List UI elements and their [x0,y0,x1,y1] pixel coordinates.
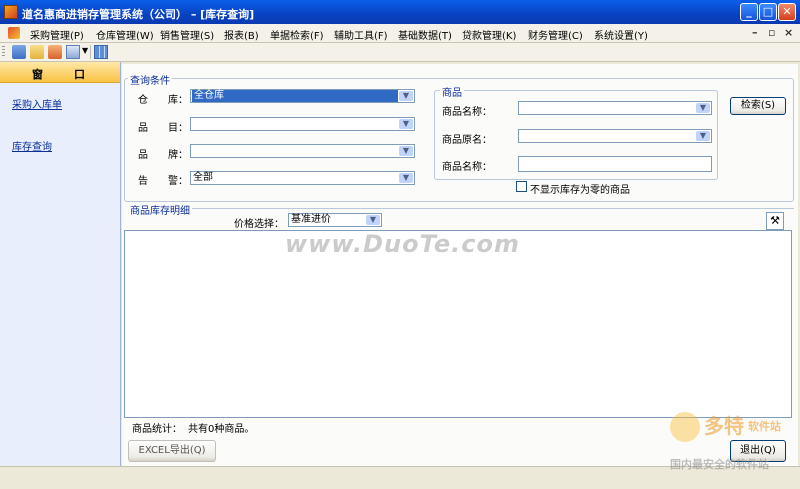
goods-group-title: 商品 [440,84,464,99]
truck-icon[interactable] [48,45,62,59]
alert-value: 全部 [193,172,213,183]
folder-icon[interactable] [30,45,44,59]
brand-select[interactable]: ▼ [190,144,415,158]
toolbar-separator [90,45,91,59]
excel-export-button[interactable]: EXCEL导出(Q) [128,440,216,462]
menu-settings[interactable]: 系统设置(Y) [594,27,648,42]
mdi-document-icon[interactable] [8,27,20,39]
stock-grid[interactable] [124,230,792,418]
sidebar-link-stock-query[interactable]: 库存查询 [12,138,52,153]
chevron-down-icon[interactable]: ▼ [399,119,413,129]
menu-sales[interactable]: 销售管理(S) [160,27,214,42]
warehouse-label: 仓 库： [138,95,188,106]
chevron-down-icon[interactable]: ▼ [399,146,413,156]
title-bar[interactable]: 道名惠商进销存管理系统（公司） – [库存查询] _ □ ✕ [0,0,800,24]
document-icon[interactable] [66,45,80,59]
warehouse-select[interactable]: 全仓库 ▼ [190,89,415,103]
menu-reports[interactable]: 报表(B) [224,27,259,42]
menu-basic-data[interactable]: 基础数据(T) [398,27,452,42]
category-label: 品 目： [138,123,188,134]
grid-icon[interactable] [94,45,108,59]
menu-tools[interactable]: 辅助工具(F) [334,27,388,42]
sidebar: 窗 口 采购入库单 库存查询 [0,62,121,466]
price-select[interactable]: 基准进价 ▼ [288,213,382,227]
alert-label: 告 警： [138,176,188,187]
chevron-down-icon[interactable]: ▼ [696,103,710,113]
chevron-down-icon[interactable]: ▼ [696,131,710,141]
menu-warehouse[interactable]: 仓库管理(W) [96,27,154,42]
chevron-down-icon[interactable]: ▼ [366,215,380,225]
goods-name-select[interactable]: ▼ [518,101,712,115]
goods-name-input[interactable] [518,156,712,172]
hide-zero-checkbox[interactable] [516,181,527,192]
chevron-down-icon[interactable]: ▼ [399,173,413,183]
main-panel: 查询条件 仓 库： 全仓库 ▼ 品 目： ▼ 品 牌： ▼ 告 警： 全部 ▼ … [122,64,798,466]
price-label: 价格选择： [234,219,284,230]
goods-orig-label: 商品原名： [442,135,492,146]
maximize-button[interactable]: □ [759,3,777,21]
mascot-icon [670,412,700,442]
user-icon[interactable] [12,45,26,59]
brand-name: 多特 [704,414,744,438]
sidebar-header-left: 窗 [32,68,43,81]
stats-label: 商品统计： [132,424,182,435]
menu-loans[interactable]: 贷款管理(K) [462,27,516,42]
site-watermark: www.DuoTe.com [285,230,520,258]
sidebar-header: 窗 口 [0,62,120,83]
price-value: 基准进价 [291,214,331,225]
dropdown-arrow-icon[interactable]: ▼ [82,46,88,55]
menu-finance[interactable]: 财务管理(C) [528,27,583,42]
category-select[interactable]: ▼ [190,117,415,131]
mdi-close-button[interactable]: × [784,26,793,39]
brand-tagline: 国内最安全的软件站 [670,458,769,471]
chevron-down-icon[interactable]: ▼ [399,91,413,101]
toolbar: ▼ [0,43,800,62]
brand-watermark: 多特 软件站 国内最安全的软件站 [668,408,798,474]
goods-name-label: 商品名称： [442,107,492,118]
alert-select[interactable]: 全部 ▼ [190,171,415,185]
goods-orig-select[interactable]: ▼ [518,129,712,143]
close-button[interactable]: ✕ [778,3,796,21]
detail-divider [192,208,794,209]
query-group-title: 查询条件 [128,72,172,87]
warehouse-value: 全仓库 [192,90,398,102]
stats-value: 共有0种商品。 [188,424,255,435]
minimize-button[interactable]: _ [740,3,758,21]
mdi-minimize-button[interactable]: – [752,26,758,39]
goods-name2-label: 商品名称： [442,162,492,173]
brand-label: 品 牌： [138,150,188,161]
detail-group-title: 商品库存明细 [128,202,192,217]
sidebar-header-right: 口 [74,68,85,81]
toolbar-grip[interactable] [2,46,5,58]
mdi-restore-button[interactable]: ▫ [768,26,775,39]
menu-doc-search[interactable]: 单据检索(F) [270,27,324,42]
menu-purchase[interactable]: 采购管理(P) [30,27,84,42]
hide-zero-label[interactable]: 不显示库存为零的商品 [530,181,630,196]
sidebar-link-purchase-receipt[interactable]: 采购入库单 [12,96,62,111]
menu-bar: 采购管理(P) 仓库管理(W) 销售管理(S) 报表(B) 单据检索(F) 辅助… [0,24,800,43]
brand-sub: 软件站 [748,420,781,433]
window-title: 道名惠商进销存管理系统（公司） – [库存查询] [22,8,255,21]
wrench-icon[interactable]: ⚒ [766,212,784,230]
app-icon [4,5,18,19]
search-button[interactable]: 检索(S) [730,97,786,115]
